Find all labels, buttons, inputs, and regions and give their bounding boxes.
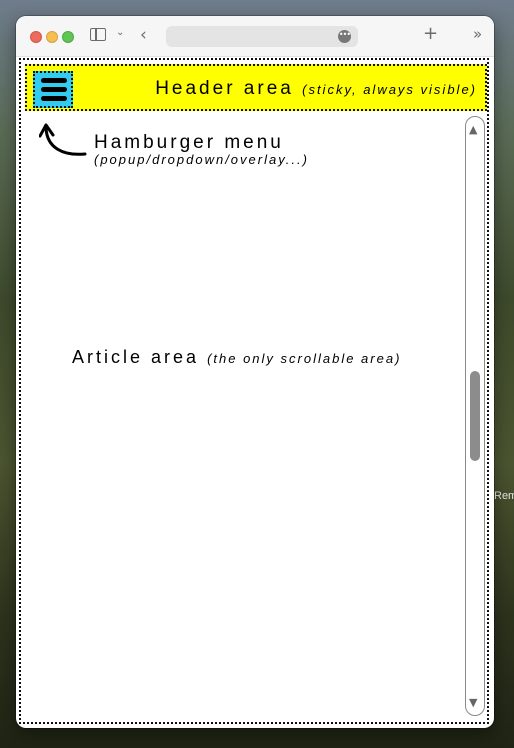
header-title: Header area: [155, 78, 294, 99]
article-title: Article area: [72, 347, 200, 367]
browser-toolbar: ⌄ ‹ ••• + »: [16, 16, 494, 57]
close-window-button[interactable]: [30, 31, 42, 43]
scrollbar[interactable]: ▲ ▼: [465, 116, 485, 716]
header-area: Header area (sticky, always visible): [25, 64, 487, 111]
address-bar[interactable]: •••: [166, 26, 358, 47]
browser-window: ⌄ ‹ ••• + » Header area (sticky, always …: [16, 16, 494, 728]
zoom-window-button[interactable]: [62, 31, 74, 43]
scroll-up-icon[interactable]: ▲: [469, 123, 477, 136]
hamburger-bar: [41, 78, 67, 83]
background-peek-text: Rem: [494, 490, 514, 502]
curved-arrow-icon: [39, 123, 87, 156]
header-label: Header area (sticky, always visible): [155, 78, 477, 100]
hamburger-bar: [41, 87, 67, 92]
scrollbar-thumb[interactable]: [470, 371, 480, 461]
article-label: Article area (the only scrollable area): [72, 347, 401, 368]
hamburger-menu-button[interactable]: [33, 71, 73, 108]
article-note: (the only scrollable area): [207, 351, 402, 366]
chevron-down-icon[interactable]: ⌄: [116, 27, 124, 38]
hamburger-menu-label: Hamburger menu: [94, 132, 284, 153]
sidebar-icon[interactable]: [90, 28, 106, 41]
minimize-window-button[interactable]: [46, 31, 58, 43]
header-note: (sticky, always visible): [302, 82, 477, 97]
scroll-down-icon[interactable]: ▼: [469, 696, 477, 709]
double-chevron-icon[interactable]: »: [473, 25, 482, 43]
more-icon[interactable]: •••: [338, 30, 351, 43]
hamburger-bar: [41, 96, 67, 101]
back-arrow-icon[interactable]: ‹: [140, 25, 147, 45]
hamburger-menu-sub: (popup/dropdown/overlay...): [94, 152, 309, 167]
plus-icon[interactable]: +: [423, 23, 438, 44]
page-frame: Header area (sticky, always visible) Ham…: [19, 58, 489, 724]
